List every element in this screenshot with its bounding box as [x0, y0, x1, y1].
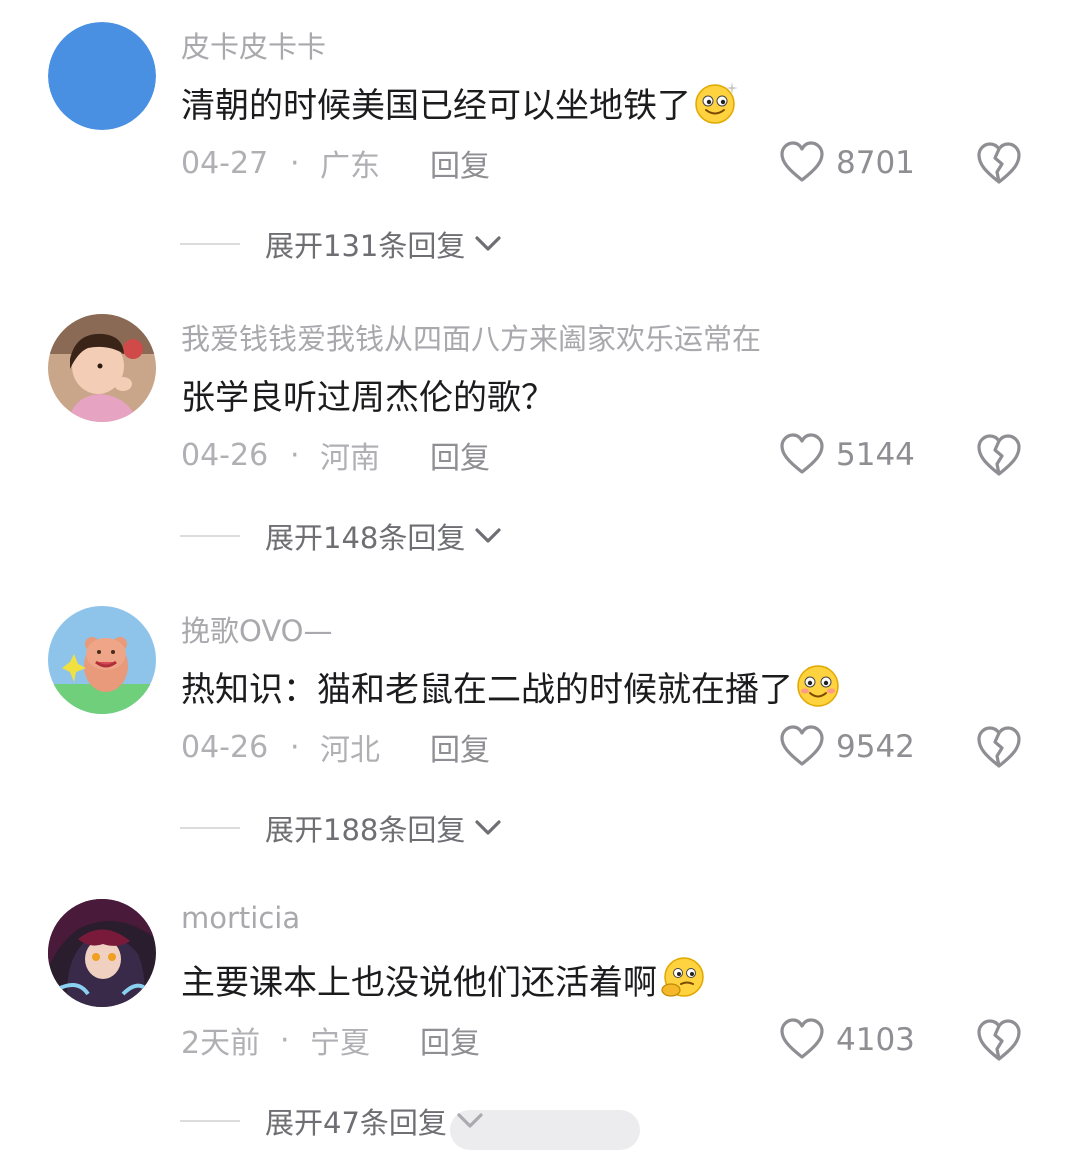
broken-heart-icon[interactable]: [974, 138, 1024, 188]
expand-divider: [180, 1120, 240, 1122]
comment-text-row: 热知识：猫和老鼠在二战的时候就在播了: [181, 658, 841, 714]
heart-outline-icon[interactable]: [778, 138, 826, 186]
avatar[interactable]: [48, 606, 156, 714]
comment-region: 广东: [320, 149, 380, 184]
username[interactable]: 我爱钱钱爱我钱从四面八方来阖家欢乐运常在: [181, 316, 761, 358]
heart-outline-icon[interactable]: [778, 1015, 826, 1063]
comment-meta: 2天前 · 宁夏 回复: [0, 1017, 760, 1063]
expand-replies-button[interactable]: 展开148条回复: [265, 514, 503, 558]
comment-item: 皮卡皮卡卡 清朝的时候美国已经可以坐地铁了 04-27 · 广东 回复 8701…: [0, 0, 1080, 292]
separator-dot: ·: [290, 437, 300, 473]
username[interactable]: 挽歌OVO—: [181, 608, 332, 650]
like-count: 9542: [836, 729, 915, 765]
heart-outline-icon[interactable]: [778, 430, 826, 478]
expand-replies-label: 展开148条回复: [265, 521, 466, 555]
avatar[interactable]: [48, 899, 156, 1007]
comment-item: 挽歌OVO— 热知识：猫和老鼠在二战的时候就在播了 04-26 · 河北 回复 …: [0, 584, 1080, 876]
comment-text: 热知识：猫和老鼠在二战的时候就在播了: [181, 669, 793, 710]
separator-dot: ·: [290, 145, 300, 181]
expand-replies-label: 展开188条回复: [265, 813, 466, 847]
watermark-overlay: [450, 1110, 640, 1150]
comment-item: 我爱钱钱爱我钱从四面八方来阖家欢乐运常在 张学良听过周杰伦的歌？ 04-26 ·…: [0, 292, 1080, 584]
comment-text: 主要课本上也没说他们还活着啊: [181, 962, 657, 1003]
comment-date: 04-26: [181, 437, 269, 473]
comment-text: 清朝的时候美国已经可以坐地铁了: [181, 85, 691, 126]
broken-heart-icon[interactable]: [974, 1015, 1024, 1065]
broken-heart-icon[interactable]: [974, 722, 1024, 772]
comment-date: 04-27: [181, 145, 269, 181]
comment-text-row: 清朝的时候美国已经可以坐地铁了: [181, 74, 739, 130]
comment-region: 河南: [320, 441, 380, 476]
separator-dot: ·: [280, 1022, 290, 1058]
expand-replies-button[interactable]: 展开131条回复: [265, 222, 503, 266]
expand-replies-button[interactable]: 展开188条回复: [265, 806, 503, 850]
expand-divider: [180, 535, 240, 537]
comment-date: 2天前: [181, 1026, 261, 1061]
comment-text: 张学良听过周杰伦的歌？: [181, 377, 555, 418]
comment-region: 宁夏: [310, 1026, 370, 1061]
avatar[interactable]: [48, 22, 156, 130]
reply-button[interactable]: 回复: [430, 141, 490, 185]
separator-dot: ·: [290, 729, 300, 765]
comment-date: 04-26: [181, 729, 269, 765]
comment-meta: 04-26 · 河南 回复: [0, 432, 760, 478]
expand-replies-label: 展开47条回复: [265, 1106, 447, 1140]
reply-button[interactable]: 回复: [430, 725, 490, 769]
sparkle-smile-emoji: [693, 79, 739, 125]
expand-replies-label: 展开131条回复: [265, 229, 466, 263]
username[interactable]: morticia: [181, 901, 300, 935]
like-count: 5144: [836, 437, 915, 473]
chevron-down-icon: [475, 820, 501, 835]
expand-divider: [180, 243, 240, 245]
chevron-down-icon: [475, 528, 501, 543]
expand-divider: [180, 827, 240, 829]
comment-text-row: 主要课本上也没说他们还活着啊: [181, 951, 705, 1007]
like-count: 4103: [836, 1022, 915, 1058]
thinking-face-emoji: [659, 956, 705, 1002]
like-count: 8701: [836, 145, 915, 181]
reply-button[interactable]: 回复: [430, 433, 490, 477]
username[interactable]: 皮卡皮卡卡: [181, 24, 326, 66]
blush-smile-emoji: [795, 663, 841, 709]
avatar[interactable]: [48, 314, 156, 422]
comment-region: 河北: [320, 733, 380, 768]
heart-outline-icon[interactable]: [778, 722, 826, 770]
broken-heart-icon[interactable]: [974, 430, 1024, 480]
reply-button[interactable]: 回复: [420, 1018, 480, 1062]
chevron-down-icon: [475, 236, 501, 251]
comment-meta: 04-26 · 河北 回复: [0, 724, 760, 770]
comment-meta: 04-27 · 广东 回复: [0, 140, 760, 186]
comment-text-row: 张学良听过周杰伦的歌？: [181, 366, 555, 422]
